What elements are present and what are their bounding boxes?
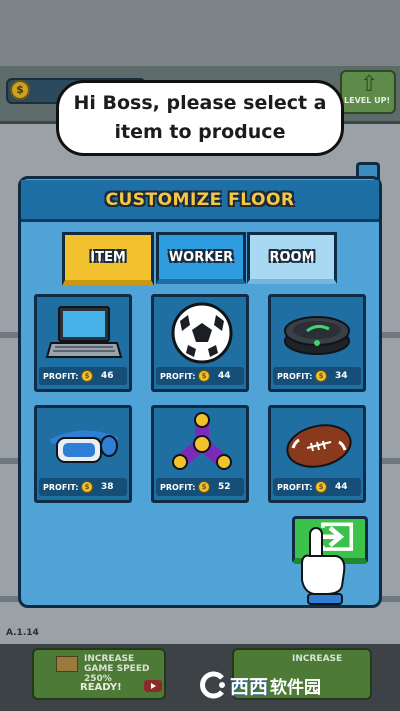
video-ad-icon [144,680,162,692]
arrow-up-icon: ⇧ [360,72,379,97]
profit-row: PROFIT: $ 38 [39,478,127,496]
coin-icon: $ [81,481,93,493]
increase-label: INCREASE [292,654,343,664]
tab-item-label: ITEM [90,250,126,265]
profit-value: 44 [335,482,348,492]
profit-row: PROFIT: $ 44 [156,367,244,385]
panel-header: CUSTOMIZE FLOOR [21,180,379,222]
fidget-spinner-icon [172,412,232,470]
watermark-brand: 西西 [230,675,269,698]
coin-icon: $ [10,80,30,100]
robot-vacuum-icon [284,316,350,355]
profit-value: 46 [101,371,114,381]
profit-label: PROFIT: [277,371,313,381]
item-card-laptop[interactable]: PROFIT: $ 46 [34,294,132,392]
profit-row: PROFIT: $ 52 [156,478,244,496]
background-sky [0,0,400,70]
speech-bubble: Hi Boss, please select a item to produce [56,80,344,156]
laptop-icon [45,306,123,358]
profit-label: PROFIT: [43,371,79,381]
profit-label: PROFIT: [43,482,79,492]
football-icon [286,424,352,468]
profit-value: 44 [218,371,231,381]
version-label: A.1.14 [6,628,39,638]
coin-icon: $ [315,481,327,493]
item-card-football[interactable]: PROFIT: $ 44 [268,405,366,503]
coin-icon: $ [198,481,210,493]
item-card-robot-vacuum[interactable]: PROFIT: $ 34 [268,294,366,392]
profit-row: PROFIT: $ 44 [273,478,361,496]
profit-value: 34 [335,371,348,381]
coin-icon: $ [198,370,210,382]
box-icon [56,656,78,672]
tab-item[interactable]: ITEM [62,232,154,286]
profit-value: 38 [101,482,114,492]
watermark-site: 软件园 [270,677,322,698]
soccer-ball-icon [171,302,233,364]
item-card-vr-headset[interactable]: PROFIT: $ 38 [34,405,132,503]
tutorial-hand-icon [301,527,346,605]
profit-row: PROFIT: $ 46 [39,367,127,385]
tab-worker-label: WORKER [168,249,234,265]
tab-room[interactable]: ROOM [247,232,337,284]
coin-icon: $ [81,370,93,382]
watermark: 西西 软件园 [198,664,380,706]
profit-label: PROFIT: [160,371,196,381]
item-card-soccer-ball[interactable]: PROFIT: $ 44 [151,294,249,392]
profit-label: PROFIT: [160,482,196,492]
profit-row: PROFIT: $ 34 [273,367,361,385]
profit-value: 52 [218,482,231,492]
vr-headset-icon [49,430,119,463]
panel-title: CUSTOMIZE FLOOR [105,189,295,210]
ready-label: READY! [80,682,122,693]
profit-label: PROFIT: [277,482,313,492]
tab-worker[interactable]: WORKER [156,232,246,284]
speech-bubble-text: Hi Boss, please select a item to produce [73,92,327,143]
tab-room-label: ROOM [269,249,315,265]
site-logo-icon [200,671,225,699]
coin-icon: $ [315,370,327,382]
level-up-label: LEVEL UP! [344,96,391,105]
item-card-fidget-spinner[interactable]: PROFIT: $ 52 [151,405,249,503]
